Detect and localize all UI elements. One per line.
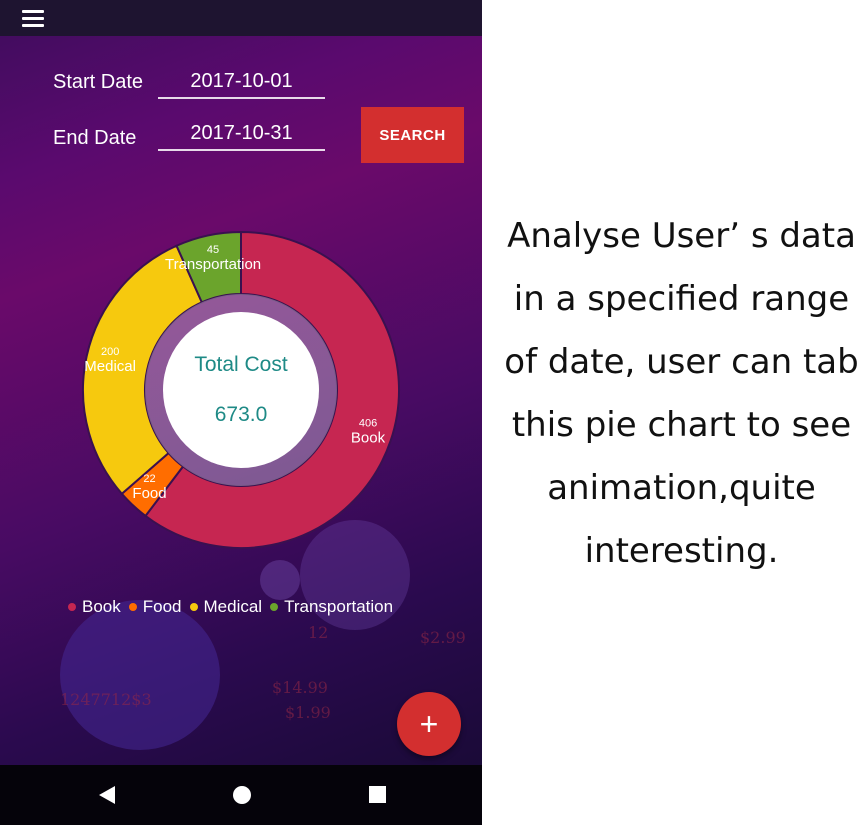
legend-item-book: Book: [66, 597, 121, 617]
background-text: $1.99: [285, 703, 331, 722]
ink-splash-decoration: [60, 600, 220, 750]
slice-category-label: Book: [351, 430, 386, 447]
slice-category-label: Transportation: [165, 256, 261, 273]
slice-category-label: Medical: [84, 358, 136, 375]
background-text: 1247712$3: [60, 690, 152, 709]
legend-item-food: Food: [127, 597, 182, 617]
legend-label: Food: [142, 597, 182, 616]
legend-item-medical: Medical: [188, 597, 263, 617]
description-text: Analyse User’ s data in a specified rang…: [504, 216, 859, 571]
legend-dot: [189, 603, 198, 611]
legend-label: Transportation: [284, 597, 394, 616]
center-title: Total Cost: [194, 353, 288, 376]
phone-screen: $14.99 $1.99 1247712$3 12 $2.99 Start Da…: [0, 0, 482, 825]
back-icon[interactable]: [97, 785, 117, 805]
background-text: $2.99: [420, 628, 466, 647]
center-value: 673.0: [215, 403, 268, 426]
cost-pie-chart[interactable]: Total Cost 673.0 406Book 22Food 200Medical…: [0, 0, 482, 600]
legend-item-transportation: Transportation: [268, 597, 393, 617]
center-hole: [163, 312, 319, 468]
background-text: 12: [308, 623, 329, 642]
legend-label: Medical: [203, 597, 263, 616]
slice-category-label: Food: [132, 485, 166, 502]
legend-dot: [270, 603, 279, 611]
background-text: $14.99: [272, 678, 328, 697]
add-button[interactable]: +: [397, 692, 461, 756]
recents-icon[interactable]: [368, 785, 388, 805]
slice-value-label: 45: [207, 244, 219, 256]
chart-legend: Book Food Medical Transportation: [66, 597, 399, 617]
legend-dot: [68, 603, 76, 611]
slice-value-label: 200: [101, 346, 119, 358]
home-icon[interactable]: [231, 784, 253, 806]
android-navigation-bar: [0, 765, 482, 825]
slice-value-label: 406: [359, 418, 377, 430]
slice-value-label: 22: [143, 473, 155, 485]
legend-dot: [128, 603, 137, 611]
legend-label: Book: [82, 597, 121, 616]
